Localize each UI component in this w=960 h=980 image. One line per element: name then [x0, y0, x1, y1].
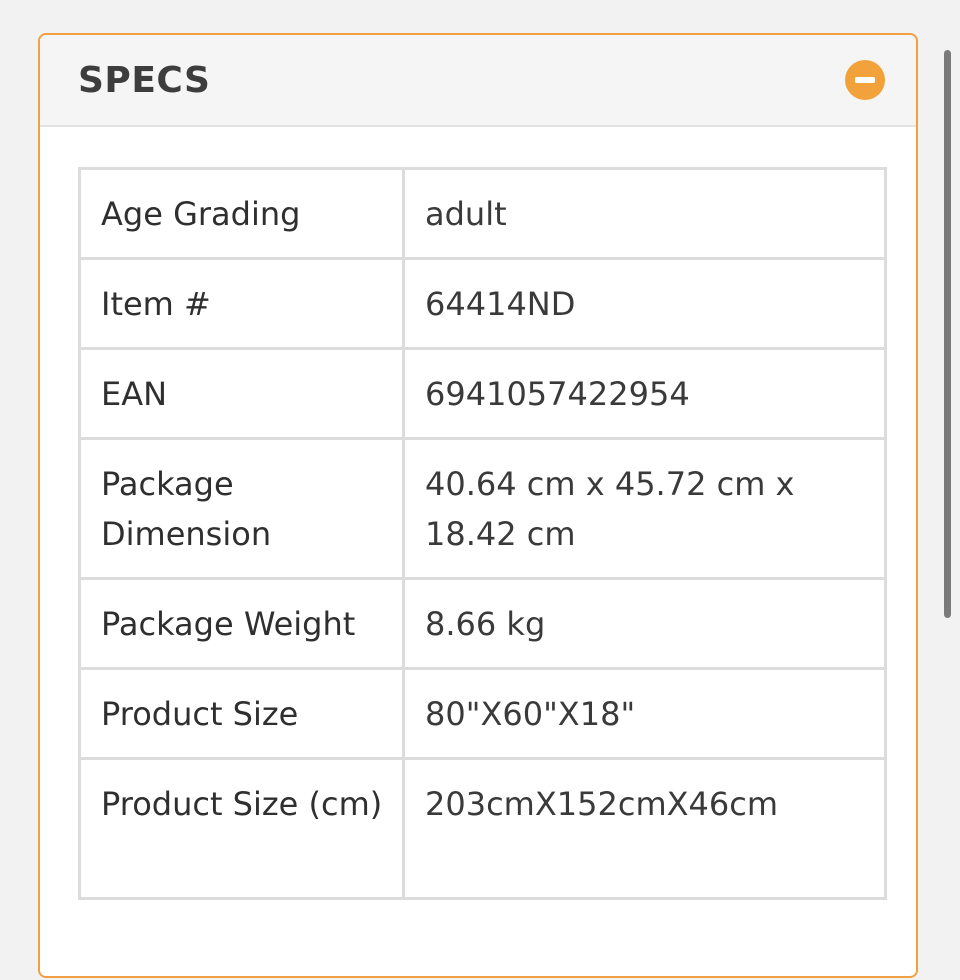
scrollbar[interactable]: [944, 50, 951, 618]
spec-value: adult: [402, 167, 887, 260]
spec-value: 40.64 cm x 45.72 cm x 18.42 cm: [402, 437, 887, 580]
specs-table: Age Grading adult Item # 64414ND EAN 694…: [78, 167, 887, 900]
spec-value: 6941057422954: [402, 347, 887, 440]
spec-label: EAN: [78, 347, 405, 440]
spec-label: Package Dimension: [78, 437, 405, 580]
spec-value: 203cmX152cmX46cm: [402, 757, 887, 900]
spec-label: Item #: [78, 257, 405, 350]
table-row: EAN 6941057422954: [78, 347, 887, 440]
panel-title: SPECS: [78, 60, 211, 101]
spec-value: 80"X60"X18": [402, 667, 887, 760]
minus-icon: [855, 77, 875, 83]
spec-value: 64414ND: [402, 257, 887, 350]
collapse-button[interactable]: [845, 60, 885, 100]
table-row: Age Grading adult: [78, 167, 887, 260]
table-row: Package Weight 8.66 kg: [78, 577, 887, 670]
table-row: Product Size 80"X60"X18": [78, 667, 887, 760]
specs-panel: SPECS Age Grading adult Item # 64414ND E…: [38, 33, 918, 978]
spec-label: Product Size: [78, 667, 405, 760]
specs-panel-header[interactable]: SPECS: [40, 35, 916, 127]
spec-value: 8.66 kg: [402, 577, 887, 670]
table-row: Package Dimension 40.64 cm x 45.72 cm x …: [78, 437, 887, 580]
spec-label: Package Weight: [78, 577, 405, 670]
table-row: Product Size (cm) 203cmX152cmX46cm: [78, 757, 887, 900]
spec-label: Product Size (cm): [78, 757, 405, 900]
table-row: Item # 64414ND: [78, 257, 887, 350]
spec-label: Age Grading: [78, 167, 405, 260]
